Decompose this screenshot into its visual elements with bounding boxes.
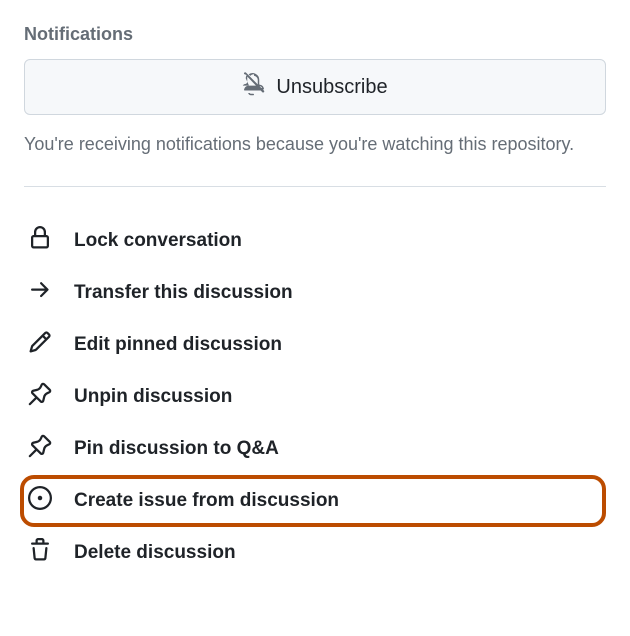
unsubscribe-label: Unsubscribe xyxy=(276,76,387,99)
action-label: Pin discussion to Q&A xyxy=(74,438,279,460)
arrow-right-icon xyxy=(28,278,52,308)
action-label: Unpin discussion xyxy=(74,386,232,408)
notifications-section: Notifications Unsubscribe You're receivi… xyxy=(24,24,606,158)
unpin-discussion-action[interactable]: Unpin discussion xyxy=(24,371,606,423)
section-divider xyxy=(24,186,606,187)
create-issue-highlight: Create issue from discussion xyxy=(24,475,606,527)
action-label: Delete discussion xyxy=(74,542,236,564)
issue-opened-icon xyxy=(24,486,52,516)
notifications-note: You're receiving notifications because y… xyxy=(24,131,606,158)
pencil-icon xyxy=(28,330,52,360)
edit-pinned-action[interactable]: Edit pinned discussion xyxy=(24,319,606,371)
pin-icon xyxy=(28,382,52,412)
action-label: Lock conversation xyxy=(74,230,242,252)
create-issue-action[interactable]: Create issue from discussion xyxy=(20,475,606,527)
delete-discussion-action[interactable]: Delete discussion xyxy=(24,527,606,579)
action-label: Create issue from discussion xyxy=(74,490,339,512)
discussion-actions: Lock conversation Transfer this discussi… xyxy=(24,215,606,579)
unsubscribe-button[interactable]: Unsubscribe xyxy=(24,59,606,115)
notifications-title: Notifications xyxy=(24,24,606,45)
pin-to-qa-action[interactable]: Pin discussion to Q&A xyxy=(24,423,606,475)
trash-icon xyxy=(28,538,52,568)
action-label: Edit pinned discussion xyxy=(74,334,282,356)
lock-conversation-action[interactable]: Lock conversation xyxy=(24,215,606,267)
pin-icon xyxy=(28,434,52,464)
action-label: Transfer this discussion xyxy=(74,282,293,304)
transfer-discussion-action[interactable]: Transfer this discussion xyxy=(24,267,606,319)
bell-slash-icon xyxy=(242,72,266,102)
lock-icon xyxy=(28,226,52,256)
